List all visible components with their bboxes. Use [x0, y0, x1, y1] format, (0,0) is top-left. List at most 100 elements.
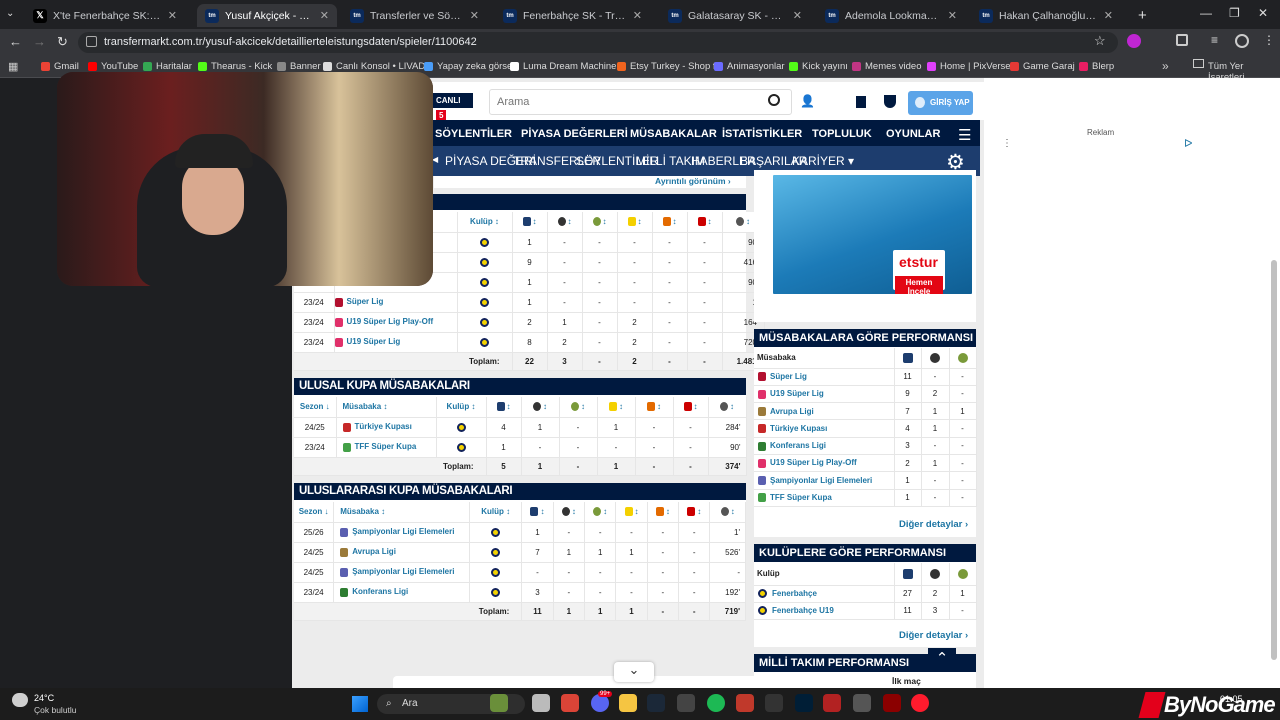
name-link[interactable]: U19 Süper Lig Play-Off	[770, 458, 857, 467]
col-header-minutes[interactable]: ↕	[709, 502, 746, 523]
name-link[interactable]: U19 Süper Lig	[770, 389, 824, 398]
record-app-icon[interactable]	[823, 694, 841, 712]
bookmark-item[interactable]: Home | PixVerse	[927, 61, 1011, 72]
tab-close-icon[interactable]: ✕	[1104, 9, 1113, 22]
main-nav-item[interactable]: PİYASA DEĞERLERİ	[521, 128, 628, 140]
sub-nav-item[interactable]: KARİYER ▾	[792, 154, 854, 168]
extensions-puzzle-icon[interactable]	[1176, 34, 1188, 46]
col-header-second-yellow[interactable]: ↕	[635, 397, 674, 418]
club-cell[interactable]	[457, 292, 513, 313]
competition-link[interactable]: Şampiyonlar Ligi Elemeleri	[352, 527, 454, 536]
chrome-icon[interactable]	[561, 694, 579, 712]
col-header-yellow-card[interactable]: ↕	[615, 502, 648, 523]
weather-cloud-icon[interactable]	[12, 693, 28, 707]
bookmark-item[interactable]: Thearus - Kick	[198, 61, 272, 72]
name-link[interactable]: Türkiye Kupası	[770, 424, 827, 433]
browser-tab[interactable]: tm Fenerbahçe SK - Transferler 25/... ✕	[495, 4, 650, 27]
weather-temp[interactable]: 24°C	[34, 693, 54, 703]
name-link[interactable]: Süper Lig	[770, 372, 807, 381]
competition-cell[interactable]: TFF Süper Kupa	[336, 437, 437, 458]
etstur-ad[interactable]: etstur Hemen İncele	[754, 170, 976, 322]
main-nav-item[interactable]: OYUNLAR	[886, 128, 940, 140]
club-cell[interactable]	[469, 542, 523, 563]
extension-icon[interactable]	[1127, 34, 1141, 48]
competition-cell[interactable]: Konferans Ligi	[333, 582, 471, 603]
bookmark-item[interactable]: Yapay zeka görsel	[424, 61, 514, 72]
competition-cell[interactable]: U19 Süper Lig	[334, 332, 458, 353]
bookmark-item[interactable]: YouTube	[88, 61, 138, 72]
col-header-season[interactable]: Sezon ↓	[294, 502, 335, 523]
col-header-appearances[interactable]: ↕	[486, 397, 522, 418]
col-header-minutes[interactable]: ↕	[708, 397, 747, 418]
bookmark-item[interactable]: Game Garaj	[1010, 61, 1075, 72]
opera-icon[interactable]	[911, 694, 929, 712]
competition-cell[interactable]: Şampiyonlar Ligi Elemeleri	[333, 522, 471, 543]
scroll-top-button[interactable]: ⌃	[928, 648, 956, 670]
perf-by-comp-more-link[interactable]: Diğer detaylar ›	[899, 519, 968, 530]
col-header-club[interactable]: Kulüp ↕	[457, 212, 513, 233]
detailed-view-link[interactable]: Ayrıntılı görünüm ›	[655, 176, 731, 186]
bookmark-item[interactable]: Canlı Konsol • LIVAD	[323, 61, 425, 72]
club-cell[interactable]	[457, 272, 513, 293]
club-cell[interactable]	[457, 252, 513, 273]
bookmark-item[interactable]: Luma Dream Machine	[510, 61, 616, 72]
main-nav-item[interactable]: TOPLULUK	[812, 128, 872, 140]
tab-close-icon[interactable]: ✕	[168, 9, 177, 22]
competition-cell[interactable]: Avrupa Ligi	[333, 542, 471, 563]
browser-tab[interactable]: tm Ademola Lookman - Oyuncu pr... ✕	[817, 4, 965, 27]
task-view-icon[interactable]	[532, 694, 550, 712]
tab-close-icon[interactable]: ✕	[633, 9, 642, 22]
col-header-appearances[interactable]: ↕	[512, 212, 548, 233]
shield-icon[interactable]	[884, 95, 896, 108]
maximize-icon[interactable]: ❐	[1229, 6, 1240, 20]
adchoices-icon[interactable]: ᐅ	[1184, 137, 1192, 150]
minimize-icon[interactable]: —	[1200, 6, 1212, 20]
file-explorer-icon[interactable]	[619, 694, 637, 712]
col-header-goals[interactable]: ↕	[521, 397, 560, 418]
browser-tab[interactable]: tm Hakan Çalhanoğlu - Oyuncu pr... ✕	[971, 4, 1121, 27]
scrollbar-thumb[interactable]	[1271, 260, 1277, 660]
name-link[interactable]: TFF Süper Kupa	[770, 493, 832, 502]
game-app-icon[interactable]	[736, 694, 754, 712]
bookmark-item[interactable]: Banner	[277, 61, 321, 72]
name-link[interactable]: Avrupa Ligi	[770, 407, 814, 416]
bookmark-item[interactable]: Blerp	[1079, 61, 1114, 72]
competition-link[interactable]: Türkiye Kupası	[355, 422, 412, 431]
col-header-assists[interactable]: ↕	[559, 397, 598, 418]
col-header-season[interactable]: Sezon ↓	[294, 397, 337, 418]
spotify-icon[interactable]	[707, 694, 725, 712]
col-header-club[interactable]: Kulüp ↕	[469, 502, 523, 523]
forward-arrow-icon[interactable]: →	[33, 34, 46, 49]
main-nav-item[interactable]: MÜSABAKALAR	[630, 128, 717, 140]
app-icon[interactable]	[677, 694, 695, 712]
tab-close-icon[interactable]: ✕	[948, 9, 957, 22]
competition-link[interactable]: U19 Süper Lig	[347, 337, 401, 346]
competition-link[interactable]: Şampiyonlar Ligi Elemeleri	[352, 567, 454, 576]
close-window-icon[interactable]: ✕	[1258, 6, 1268, 20]
browser-tab[interactable]: 𝕏 X'te Fenerbahçe SK: "Yolun Açı... ✕	[25, 4, 185, 27]
site-info-icon[interactable]	[86, 36, 97, 47]
name-link[interactable]: Fenerbahçe U19	[772, 606, 834, 615]
name-cell[interactable]: Şampiyonlar Ligi Elemeleri	[754, 471, 895, 490]
address-bar[interactable]: transfermarkt.com.tr/yusuf-akcicek/detai…	[78, 32, 1118, 53]
main-nav-item[interactable]: İSTATİSTİKLER	[722, 128, 802, 140]
col-header-club[interactable]: Kulüp ↕	[436, 397, 487, 418]
col-header-red-card[interactable]: ↕	[678, 502, 711, 523]
media-icon[interactable]: ≡	[1211, 33, 1218, 47]
name-cell[interactable]: Fenerbahçe	[754, 585, 895, 603]
competition-link[interactable]: Konferans Ligi	[352, 587, 408, 596]
bookmark-item[interactable]: Kick yayını	[789, 61, 848, 72]
competition-link[interactable]: Süper Lig	[347, 297, 384, 306]
tab-close-icon[interactable]: ✕	[470, 9, 479, 22]
drawer-toggle-chevron-icon[interactable]: ⌄	[614, 662, 654, 682]
col-header-assists[interactable]: ↕	[584, 502, 617, 523]
name-cell[interactable]: Avrupa Ligi	[754, 402, 895, 421]
competition-cell[interactable]: Şampiyonlar Ligi Elemeleri	[333, 562, 471, 583]
club-cell[interactable]	[469, 522, 523, 543]
ad-cta[interactable]: Hemen İncele	[895, 276, 943, 294]
user-search-icon[interactable]: 👤	[800, 94, 815, 108]
steelseries-icon[interactable]	[853, 694, 871, 712]
col-header-second-yellow[interactable]: ↕	[647, 502, 680, 523]
name-link[interactable]: Şampiyonlar Ligi Elemeleri	[770, 476, 872, 485]
col-header-yellow-card[interactable]: ↕	[617, 212, 653, 233]
